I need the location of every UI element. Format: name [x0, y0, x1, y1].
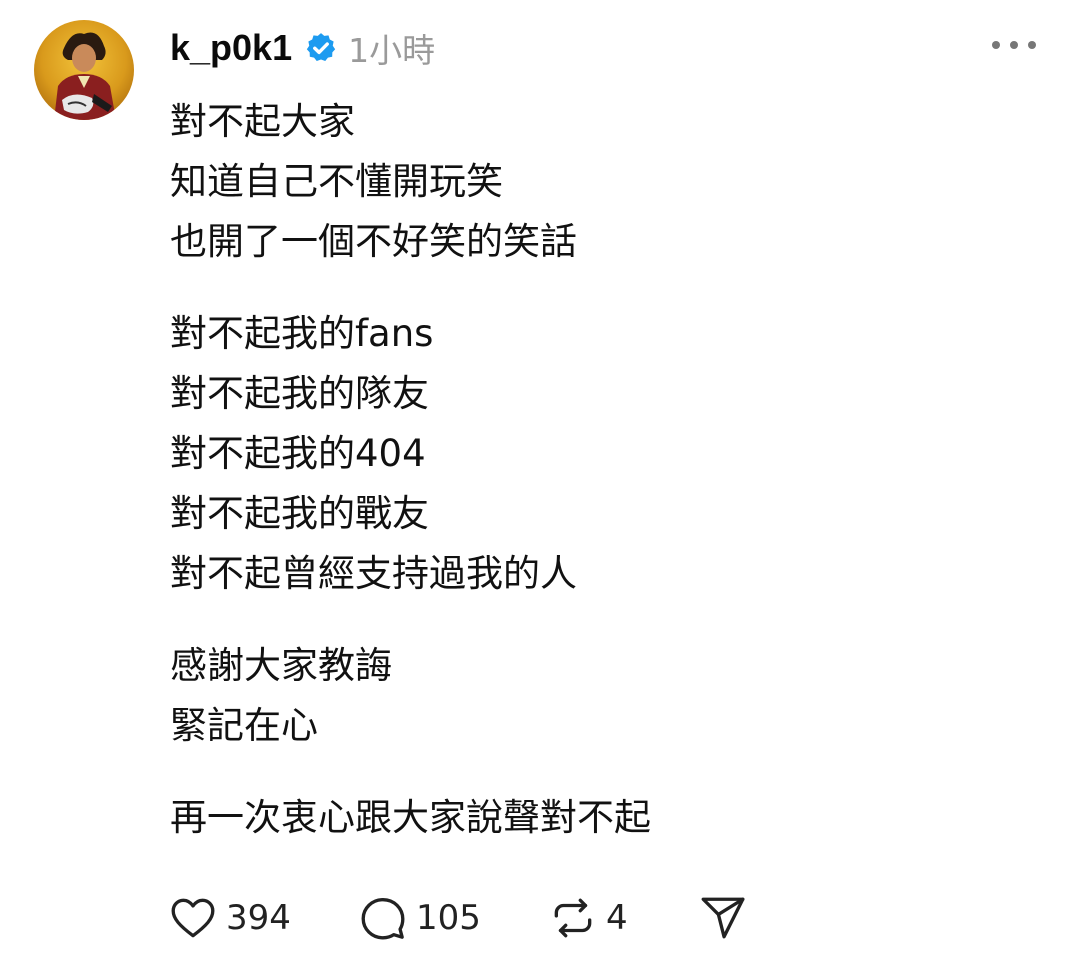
- avatar[interactable]: [34, 20, 134, 120]
- post-text-line: 對不起我的404: [170, 432, 426, 475]
- reply-button[interactable]: 105: [358, 893, 548, 943]
- repost-icon: [554, 898, 592, 938]
- repost-count: 4: [606, 898, 628, 938]
- post-text-line: 對不起大家: [170, 100, 355, 143]
- heart-icon: [171, 898, 215, 938]
- post-text-line: 對不起我的fans: [170, 312, 434, 355]
- post-text-line: 也開了一個不好笑的笑話: [170, 220, 577, 263]
- avatar-image: [34, 20, 134, 120]
- post-paragraph: 對不起我的fans 對不起我的隊友 對不起我的404 對不起我的戰友 對不起曾經…: [170, 304, 1030, 604]
- post-text-line: 對不起我的戰友: [170, 492, 429, 535]
- repost-button[interactable]: 4: [548, 893, 698, 943]
- share-button[interactable]: [698, 893, 748, 943]
- post-paragraph: 再一次衷心跟大家說聲對不起: [170, 788, 1030, 848]
- post-paragraph: 感謝大家教誨 緊記在心: [170, 636, 1030, 756]
- post-timestamp[interactable]: 1小時: [348, 24, 435, 72]
- post-text-line: 對不起我的隊友: [170, 372, 429, 415]
- comment-bubble-icon: [361, 898, 405, 940]
- verified-badge-icon: [304, 31, 338, 65]
- post-header: k_p0k1 1小時: [170, 22, 435, 74]
- post-text-line: 知道自己不懂開玩笑: [170, 160, 503, 203]
- more-options-icon: [992, 41, 1036, 49]
- action-bar: 394 105 4: [168, 890, 748, 946]
- username[interactable]: k_p0k1: [170, 27, 292, 69]
- send-icon: [701, 897, 745, 939]
- post-text-line: 對不起曾經支持過我的人: [170, 552, 577, 595]
- post-body: 對不起大家 知道自己不懂開玩笑 也開了一個不好笑的笑話 對不起我的fans 對不…: [170, 92, 1030, 848]
- like-count: 394: [226, 898, 291, 938]
- like-button[interactable]: 394: [168, 893, 358, 943]
- reply-count: 105: [416, 898, 481, 938]
- post-text-line: 再一次衷心跟大家說聲對不起: [170, 796, 651, 839]
- more-options-button[interactable]: [986, 30, 1042, 60]
- post-paragraph: 對不起大家 知道自己不懂開玩笑 也開了一個不好笑的笑話: [170, 92, 1030, 272]
- post-text-line: 感謝大家教誨: [170, 644, 392, 687]
- post-text-line: 緊記在心: [170, 704, 318, 747]
